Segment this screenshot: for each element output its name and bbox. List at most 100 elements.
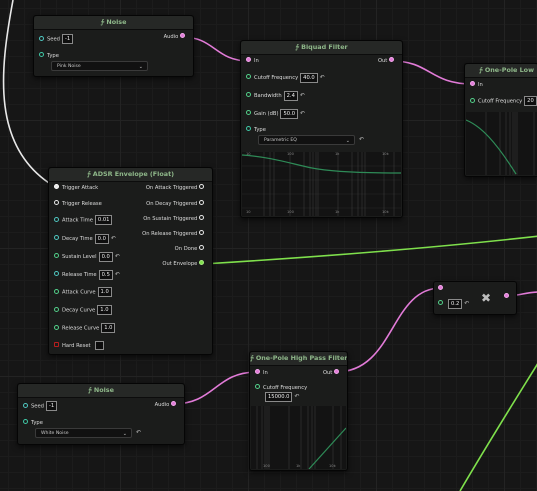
release-curve-field[interactable]: 1.0 <box>101 323 116 333</box>
reset-icon[interactable]: ↶ <box>320 72 325 83</box>
cutoff-field[interactable]: 15000.0 <box>265 391 293 402</box>
input-label: Decay Time <box>62 236 93 242</box>
float-pin-icon[interactable] <box>54 306 59 312</box>
float-pin-icon[interactable] <box>54 253 59 258</box>
reset-icon[interactable]: ↶ <box>359 136 364 143</box>
float-wire-diagonal[interactable] <box>459 360 537 491</box>
attack-curve-row: Attack Curve 1.0 <box>54 287 112 298</box>
audio-pin-icon[interactable] <box>504 293 509 298</box>
audio-wire-highpass-to-multiply[interactable] <box>335 287 442 373</box>
trigger-pin-icon[interactable] <box>199 215 204 220</box>
multiplier-field[interactable]: 0.2 <box>448 298 463 309</box>
out-label: Out <box>322 370 333 376</box>
float-pin-icon[interactable] <box>246 92 251 97</box>
adsr-envelope-node[interactable]: ∱ ADSR Envelope (Float) Trigger Attack T… <box>48 167 213 355</box>
trigger-pin-icon[interactable] <box>54 200 59 205</box>
hard-reset-checkbox[interactable] <box>94 341 104 350</box>
enum-pin-icon[interactable] <box>23 419 28 424</box>
noise-type-dropdown[interactable]: White Noise ⌄ <box>35 428 132 438</box>
reset-icon[interactable]: ↶ <box>300 90 305 101</box>
audio-wire-biquad-to-lowpass[interactable] <box>391 60 473 85</box>
sustain-level-field[interactable]: 0.0 <box>98 251 113 262</box>
one-pole-low-pass-node[interactable]: ∱ One-Pole Low In Cutoff Frequency 20 <box>464 63 537 177</box>
float-pin-icon[interactable] <box>255 384 260 389</box>
audio-pin-icon[interactable] <box>389 57 394 62</box>
frequency-response-svg <box>466 112 535 175</box>
audio-out-row: Audio <box>164 32 188 43</box>
reset-icon[interactable]: ↶ <box>115 251 120 262</box>
seed-field[interactable]: -1 <box>61 34 74 44</box>
noise-node-bottom[interactable]: ∱ Noise Seed -1 Audio Type White Noise ⌄ ↶ <box>17 383 185 445</box>
chevron-down-icon: ⌄ <box>345 138 350 144</box>
time-pin-icon[interactable] <box>54 216 59 222</box>
plot-tick-label: 10k <box>382 210 389 214</box>
plot-tick-label: 1k <box>335 152 340 156</box>
gain-field[interactable]: 50.0 <box>280 108 299 119</box>
time-pin-icon[interactable] <box>54 235 59 240</box>
audio-pin-icon[interactable] <box>470 81 475 86</box>
plot-tick-label: 1k <box>335 210 340 214</box>
cutoff-field[interactable]: 40.0 <box>300 72 318 83</box>
reset-icon[interactable]: ↶ <box>300 108 305 119</box>
reset-icon[interactable]: ↶ <box>115 269 120 280</box>
int-pin-icon[interactable] <box>23 402 28 408</box>
float-wire-envelope-out[interactable] <box>202 235 537 265</box>
enum-pin-icon[interactable] <box>39 52 44 57</box>
dropdown-value: Pink Noise <box>57 64 81 69</box>
biquad-filter-node[interactable]: ∱ Biquad Filter In Out Cutoff Frequency 4… <box>240 40 403 218</box>
cutoff-row: Cutoff Frequency 40.0 ↶ <box>246 72 325 83</box>
audio-pin-icon[interactable] <box>255 369 260 374</box>
seed-label: Seed <box>31 403 44 410</box>
attack-time-field[interactable]: 0.01 <box>94 215 113 225</box>
audio-pin-icon[interactable] <box>334 369 339 374</box>
audio-pin-icon[interactable] <box>180 33 185 38</box>
on-done-row: On Done <box>175 244 207 255</box>
float-pin-icon[interactable] <box>54 288 59 294</box>
bandwidth-label: Bandwidth <box>254 93 282 99</box>
reset-icon[interactable]: ↶ <box>111 233 116 244</box>
filter-type-dropdown[interactable]: Parametric EQ ⌄ <box>258 135 355 145</box>
trigger-pin-icon[interactable] <box>54 184 59 189</box>
float-pin-icon[interactable] <box>54 324 59 330</box>
reset-icon[interactable]: ↶ <box>294 391 299 402</box>
plot-tick-label: 100 <box>287 152 294 156</box>
multiply-node[interactable]: 0.2 ↶ ✖ <box>433 281 517 315</box>
output-label: On Done <box>174 246 198 252</box>
float-pin-icon[interactable] <box>438 300 443 305</box>
noise-type-dropdown[interactable]: Pink Noise ⌄ <box>51 61 148 71</box>
release-time-row: Release Time 0.5 ↶ <box>54 269 120 280</box>
bandwidth-field[interactable]: 2.4 <box>283 90 298 101</box>
trigger-attack-row: Trigger Attack <box>54 183 98 194</box>
float-pin-icon[interactable] <box>470 97 475 103</box>
input-label: Trigger Release <box>62 201 102 207</box>
cutoff-field[interactable]: 20 <box>524 96 537 106</box>
reset-icon[interactable]: ↶ <box>464 298 469 309</box>
trigger-pin-icon[interactable] <box>199 245 204 250</box>
audio-wire-noise-to-highpass[interactable] <box>172 371 258 405</box>
float-pin-icon[interactable] <box>246 110 251 115</box>
frequency-response-plot <box>466 112 537 175</box>
int-pin-icon[interactable] <box>39 35 44 41</box>
input-label: Decay Curve <box>62 307 96 314</box>
one-pole-high-pass-node[interactable]: ∱ One-Pole High Pass Filter In Out Cutof… <box>249 351 348 471</box>
enum-pin-icon[interactable] <box>246 126 251 131</box>
trigger-pin-icon[interactable] <box>199 184 204 189</box>
float-pin-icon[interactable] <box>199 260 204 265</box>
chevron-down-icon: ⌄ <box>138 64 143 70</box>
decay-time-field[interactable]: 0.0 <box>94 233 109 244</box>
trigger-pin-icon[interactable] <box>199 200 204 205</box>
reset-icon[interactable]: ↶ <box>136 429 141 436</box>
attack-curve-field[interactable]: 1.0 <box>97 287 112 297</box>
release-time-field[interactable]: 0.5 <box>98 269 113 280</box>
decay-curve-field[interactable]: 1.0 <box>97 305 112 315</box>
trigger-pin-icon[interactable] <box>199 230 204 235</box>
seed-field[interactable]: -1 <box>45 401 58 411</box>
cutoff-row: Cutoff Frequency 20 <box>470 96 537 107</box>
audio-pin-icon[interactable] <box>438 285 443 290</box>
audio-pin-icon[interactable] <box>246 57 251 62</box>
audio-pin-icon[interactable] <box>171 401 176 406</box>
noise-node-top[interactable]: ∱ Noise Seed -1 Audio Type Pink Noise ⌄ <box>33 15 194 77</box>
bool-pin-icon[interactable] <box>54 342 59 347</box>
time-pin-icon[interactable] <box>54 271 59 276</box>
float-pin-icon[interactable] <box>246 74 251 79</box>
